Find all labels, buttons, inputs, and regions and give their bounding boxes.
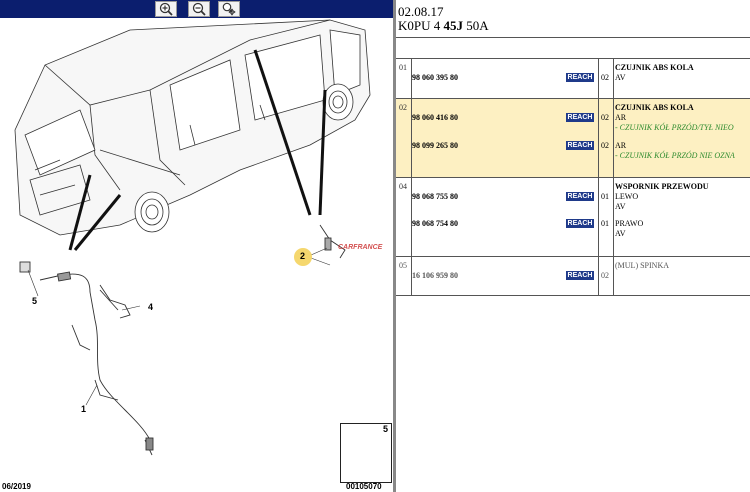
group-number: 04	[399, 182, 407, 191]
description-position: AR	[615, 113, 627, 122]
header-code-bold: 45J	[443, 18, 464, 33]
description-title: WSPORNIK PRZEWODU	[615, 182, 709, 191]
part-number[interactable]: 98 068 754 80	[412, 219, 458, 228]
diagram-toolbar	[0, 0, 393, 18]
description-note: - CZUJNIK KÓŁ PRZÓD NIE OZNA	[615, 151, 735, 160]
header-code-prefix: K0PU 4	[398, 18, 444, 33]
reach-badge[interactable]: REACH	[566, 141, 594, 150]
description-position: AR	[615, 141, 627, 150]
part-number[interactable]: 16 106 959 80	[412, 271, 458, 280]
description-position: AV	[615, 229, 626, 238]
reach-badge[interactable]: REACH	[566, 113, 594, 122]
reach-badge[interactable]: REACH	[566, 192, 594, 201]
zoom-out-icon[interactable]	[188, 1, 210, 17]
description-position: AV	[615, 202, 626, 211]
watermark: CARFRANCE	[338, 244, 383, 251]
reach-badge[interactable]: REACH	[566, 73, 594, 82]
group-number: 02	[399, 103, 407, 112]
quantity: 02	[601, 141, 609, 150]
quantity: 01	[601, 192, 609, 201]
zoom-pan-icon[interactable]	[218, 1, 240, 17]
callout-2[interactable]: 2	[300, 251, 305, 261]
parts-header: 02.08.17 K0PU 4 45J 50A	[396, 0, 750, 60]
header-code-suffix: 50A	[463, 18, 489, 33]
callout-5[interactable]: 5	[32, 296, 37, 306]
part-number[interactable]: 98 060 416 80	[412, 113, 458, 122]
reach-badge[interactable]: REACH	[566, 219, 594, 228]
description-side: PRAWO	[615, 219, 644, 228]
parts-diagram: 5 4 1 2 CARFRANCE 5 06/2019 00105070	[0, 0, 393, 492]
part-number[interactable]: 98 099 265 80	[412, 141, 458, 150]
quantity: 01	[601, 219, 609, 228]
diagram-date: 06/2019	[2, 482, 31, 491]
callout-1[interactable]: 1	[81, 404, 86, 414]
description-position: AV	[615, 73, 626, 82]
zoom-in-icon[interactable]	[155, 1, 177, 17]
diagram-ref: 00105070	[346, 482, 382, 491]
description-title: (MUL) SPINKA	[615, 261, 669, 270]
description-title: CZUJNIK ABS KOLA	[615, 63, 694, 72]
part-number[interactable]: 98 068 755 80	[412, 192, 458, 201]
description-side: LEWO	[615, 192, 639, 201]
callout-4[interactable]: 4	[148, 302, 153, 312]
parts-group-05[interactable]: 05 16 106 959 80 REACH 02 (MUL) SPINKA	[396, 257, 750, 295]
description-title: CZUJNIK ABS KOLA	[615, 103, 694, 112]
reach-badge[interactable]: REACH	[566, 271, 594, 280]
part-number[interactable]: 98 060 395 80	[412, 73, 458, 82]
quantity: 02	[601, 113, 609, 122]
inset-number: 5	[383, 424, 389, 434]
parts-group-04[interactable]: 04 98 068 755 80 REACH 01 WSPORNIK PRZEW…	[396, 178, 750, 256]
group-number: 01	[399, 63, 407, 72]
header-code: K0PU 4 45J 50A	[398, 18, 489, 34]
group-number: 05	[399, 261, 407, 270]
quantity: 02	[601, 73, 609, 82]
vehicle-illustration	[14, 19, 386, 473]
parts-group-01[interactable]: 01 98 060 395 80 REACH 02 CZUJNIK ABS KO…	[396, 59, 750, 98]
description-note: - CZUJNIK KÓŁ PRZÓD/TYŁ NIEO	[615, 123, 734, 132]
parts-group-02[interactable]: 02 98 060 416 80 REACH 02 CZUJNIK ABS KO…	[396, 99, 750, 177]
quantity: 02	[601, 271, 609, 280]
